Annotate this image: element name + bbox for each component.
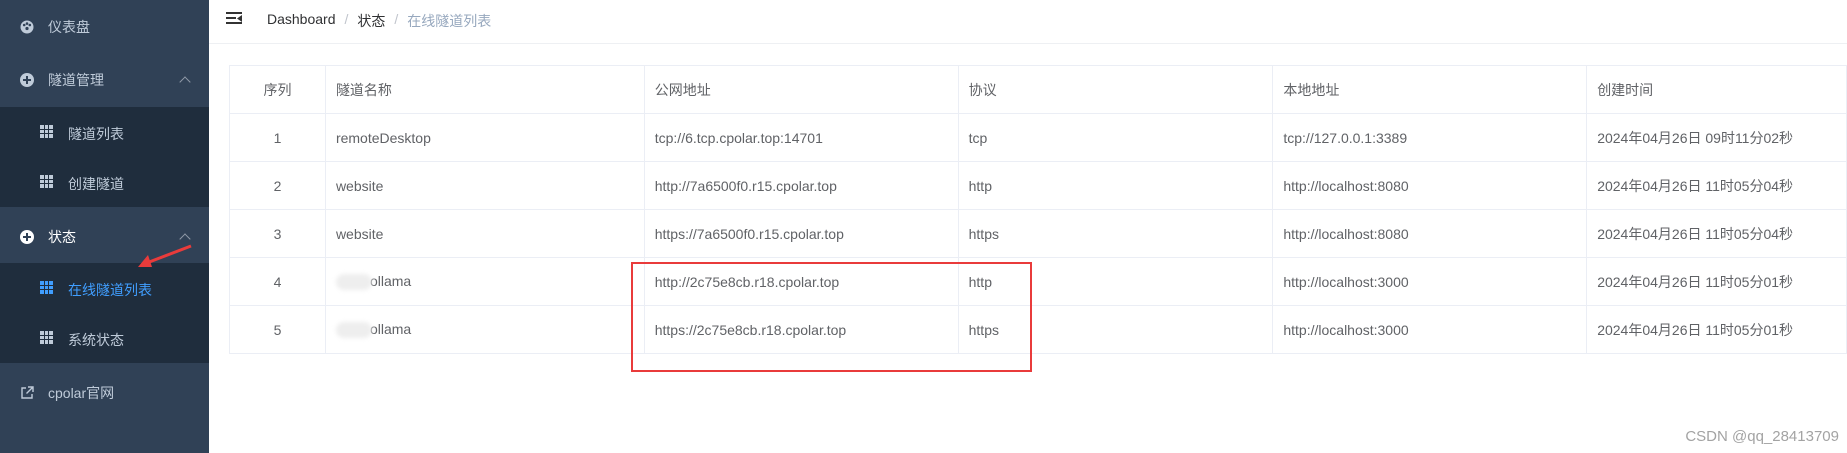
redacted-blur <box>335 274 372 291</box>
sidebar-item-label: cpolar官网 <box>48 384 115 401</box>
dashboard-icon <box>20 20 34 34</box>
cell-public-url: http://7a6500f0.r15.cpolar.top <box>643 161 959 210</box>
cell-protocol: https <box>957 209 1274 258</box>
cell-public-url: tcp://6.tcp.cpolar.top:14701 <box>643 113 959 162</box>
grid-icon <box>40 175 53 188</box>
cell-protocol: tcp <box>957 113 1274 162</box>
cell-local-address: http://localhost:8080 <box>1272 161 1588 210</box>
cell-index: 5 <box>229 305 326 354</box>
grid-icon <box>40 281 53 294</box>
cell-index: 4 <box>229 257 326 306</box>
highlight-box-annotation <box>631 262 1032 372</box>
cell-name: website <box>324 209 645 258</box>
sidebar-item-tunnel-management[interactable]: 隧道管理 <box>0 53 209 106</box>
column-header-local-address: 本地地址 <box>1272 65 1588 114</box>
cell-local-address: http://localhost:3000 <box>1272 257 1588 306</box>
column-header-index: 序列 <box>229 65 326 114</box>
plus-circle-icon <box>20 229 34 244</box>
cell-name: ollama <box>324 305 645 354</box>
sidebar-item-dashboard[interactable]: 仪表盘 <box>0 0 209 53</box>
table-row: 5 ollama https://2c75e8cb.r18.cpolar.top… <box>229 305 1847 354</box>
table-row: 4 ollama http://2c75e8cb.r18.cpolar.top … <box>229 257 1847 306</box>
breadcrumb-status[interactable]: 状态 <box>357 11 385 31</box>
breadcrumb-current: 在线隧道列表 <box>407 13 492 29</box>
column-header-protocol: 协议 <box>957 65 1274 114</box>
cell-local-address: http://localhost:8080 <box>1272 209 1588 258</box>
sidebar-item-label: 系统状态 <box>68 332 124 348</box>
cell-name: website <box>324 161 645 210</box>
sidebar-item-online-tunnels[interactable]: 在线隧道列表 <box>0 263 209 313</box>
sidebar-item-label: 在线隧道列表 <box>68 282 152 298</box>
column-header-created-time: 创建时间 <box>1586 65 1847 114</box>
sidebar-item-label: 隧道管理 <box>48 71 104 88</box>
column-header-public-url: 公网地址 <box>643 65 959 114</box>
cell-protocol: http <box>957 161 1274 210</box>
breadcrumb-separator: / <box>344 11 349 27</box>
red-arrow-annotation <box>138 244 192 267</box>
cell-index: 2 <box>229 161 326 210</box>
cell-public-url: https://7a6500f0.r15.cpolar.top <box>643 209 959 258</box>
column-header-name: 隧道名称 <box>324 65 645 114</box>
breadcrumb-dashboard[interactable]: Dashboard <box>267 11 336 31</box>
cell-name: remoteDesktop <box>324 113 645 162</box>
watermark: CSDN @qq_28413709 <box>1685 428 1839 445</box>
cell-created-time: 2024年04月26日 11时05分04秒 <box>1586 161 1847 210</box>
sidebar-item-tunnel-list[interactable]: 隧道列表 <box>0 107 209 157</box>
table-row: 2 website http://7a6500f0.r15.cpolar.top… <box>229 161 1847 210</box>
grid-icon <box>40 331 53 344</box>
breadcrumb: Dashboard / 状态 / 在线隧道列表 <box>267 11 491 31</box>
cell-created-time: 2024年04月26日 11时05分01秒 <box>1586 305 1847 354</box>
submenu-status: 在线隧道列表 系统状态 <box>0 263 209 363</box>
sidebar: 仪表盘 隧道管理 隧道列表 创建隧道 状态 在线隧道列表 系统状态 cpolar… <box>0 0 209 453</box>
sidebar-item-create-tunnel[interactable]: 创建隧道 <box>0 157 209 207</box>
table-row: 3 website https://7a6500f0.r15.cpolar.to… <box>229 209 1847 258</box>
plus-circle-icon <box>20 72 34 87</box>
online-tunnel-table: 序列 隧道名称 公网地址 协议 本地地址 创建时间 1 remoteDeskto… <box>229 65 1847 354</box>
cell-index: 1 <box>229 113 326 162</box>
cell-local-address: http://localhost:3000 <box>1272 305 1588 354</box>
external-link-icon <box>20 385 34 400</box>
sidebar-item-label: 仪表盘 <box>48 18 90 35</box>
cell-local-address: tcp://127.0.0.1:3389 <box>1272 113 1588 162</box>
cell-name-text: ollama <box>369 272 412 289</box>
sidebar-item-cpolar-website[interactable]: cpolar官网 <box>0 366 209 419</box>
sidebar-item-label: 隧道列表 <box>68 126 124 142</box>
chevron-up-icon <box>179 76 191 88</box>
submenu-tunnel-management: 隧道列表 创建隧道 <box>0 107 209 207</box>
cell-name: ollama <box>324 257 645 306</box>
grid-icon <box>40 125 53 138</box>
cell-created-time: 2024年04月26日 11时05分04秒 <box>1586 209 1847 258</box>
sidebar-item-label: 状态 <box>48 228 76 245</box>
redacted-blur <box>335 322 372 339</box>
cell-created-time: 2024年04月26日 09时11分02秒 <box>1586 113 1847 162</box>
sidebar-item-label: 创建隧道 <box>68 176 124 192</box>
cell-name-text: ollama <box>369 320 412 337</box>
navbar: Dashboard / 状态 / 在线隧道列表 <box>209 0 1847 44</box>
cell-created-time: 2024年04月26日 11时05分01秒 <box>1586 257 1847 306</box>
breadcrumb-separator: / <box>394 11 399 27</box>
cell-index: 3 <box>229 209 326 258</box>
table-header-row: 序列 隧道名称 公网地址 协议 本地地址 创建时间 <box>229 65 1847 114</box>
table-row: 1 remoteDesktop tcp://6.tcp.cpolar.top:1… <box>229 113 1847 162</box>
sidebar-item-system-status[interactable]: 系统状态 <box>0 313 209 363</box>
hamburger-icon[interactable] <box>226 12 242 26</box>
